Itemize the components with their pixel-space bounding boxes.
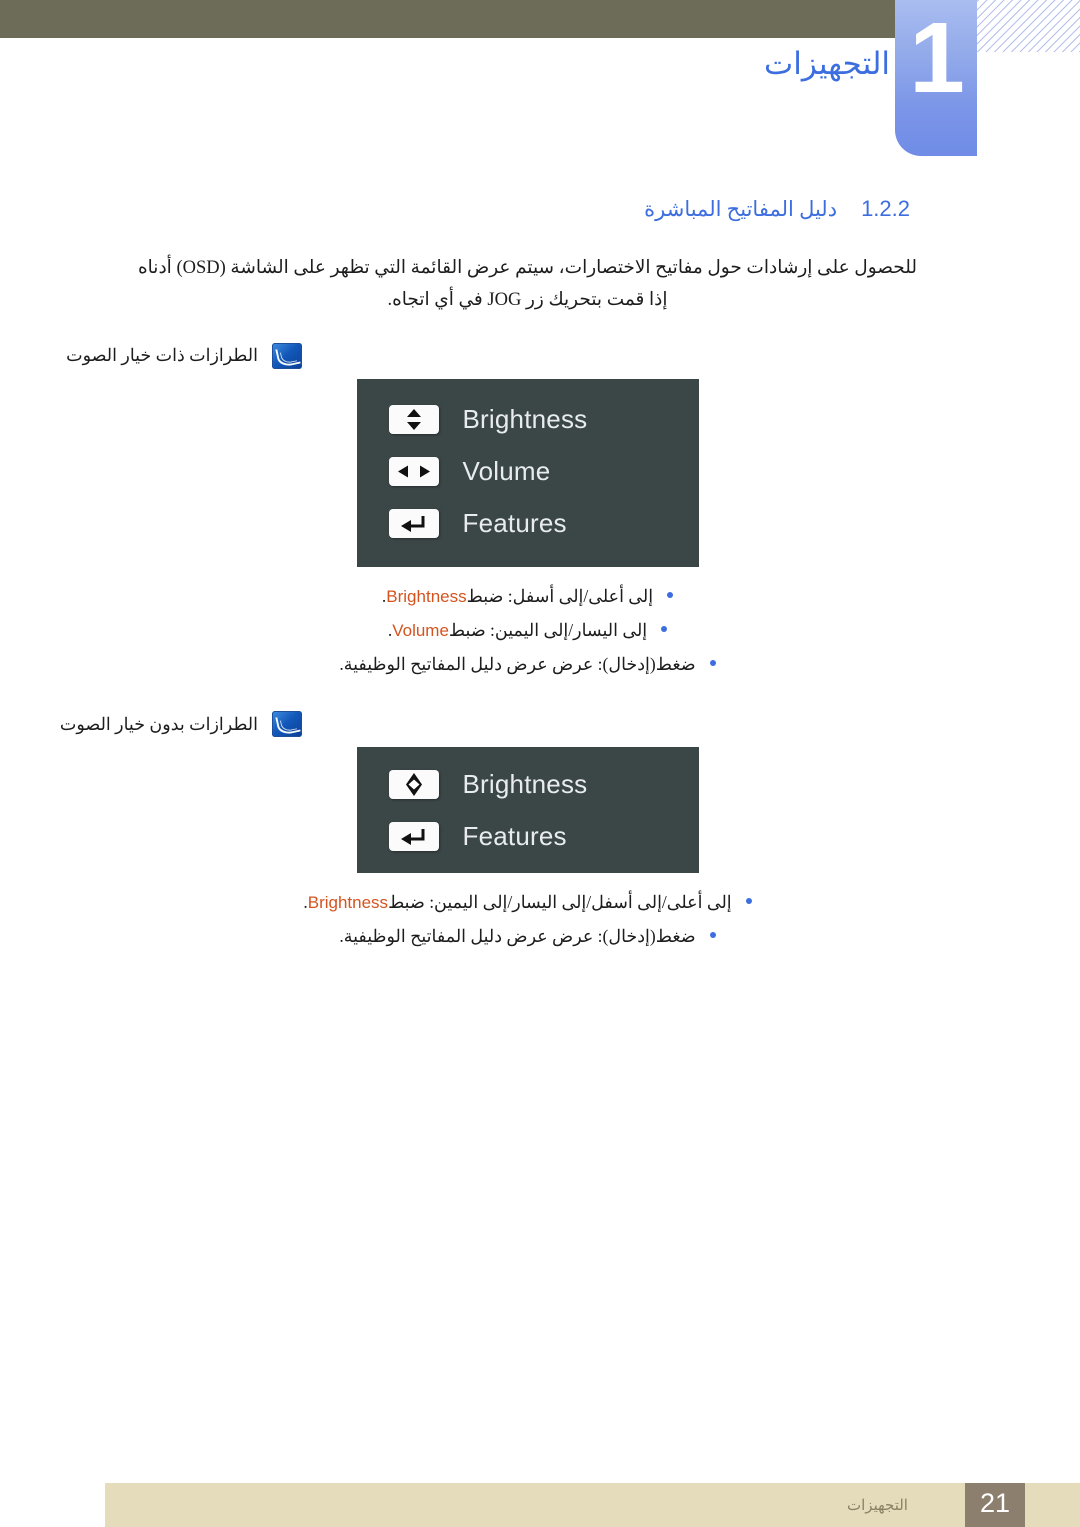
bullet-text: ضغط(إدخال): عرض عرض دليل المفاتيح الوظيف… [339, 926, 696, 947]
bullet-dot-icon [667, 591, 674, 598]
header-band [0, 0, 896, 38]
bullet-text: إلى اليسار/إلى اليمين: ضبط [448, 619, 648, 640]
list-item: إلى أعلى/إلى أسفل/إلى اليسار/إلى اليمين:… [105, 885, 950, 919]
footer-page-box: 21 [965, 1483, 1025, 1527]
osd-row-brightness[interactable]: Brightness [357, 767, 699, 801]
bullet-keyword: Volume [392, 620, 449, 640]
note-icon [272, 342, 302, 369]
section-title: دليل المفاتيح المباشرة [644, 197, 838, 221]
osd-label-features: Features [462, 820, 567, 851]
hatch-decoration [975, 0, 1080, 52]
list-item: إلى اليسار/إلى اليمين: ضبطVolume. [105, 613, 950, 647]
up-down-arrows-icon[interactable] [388, 405, 439, 435]
page-number: 21 [979, 1488, 1011, 1518]
footer-band: التجهيزات 21 [105, 1483, 1080, 1527]
page-content: 1.2.2 دليل المفاتيح المباشرة للحصول على … [60, 196, 950, 983]
bullet-text: ضغط(إدخال): عرض عرض دليل المفاتيح الوظيف… [339, 654, 696, 675]
osd-row-features[interactable]: Features [357, 507, 699, 541]
note-icon [272, 711, 302, 738]
footer-chapter-label: التجهيزات [847, 1498, 908, 1514]
bullet-text: إلى أعلى/إلى أسفل: ضبط [466, 585, 654, 606]
bullet-dot-icon [745, 898, 752, 905]
bullet-dot-icon [661, 625, 668, 632]
model-caption-text: الطرازات ذات خيار الصوت [66, 345, 258, 366]
bullet-dot-icon [709, 932, 716, 939]
section-heading: 1.2.2 دليل المفاتيح المباشرة [105, 196, 950, 222]
chapter-tab: 1 [895, 0, 977, 156]
left-right-arrows-icon[interactable] [388, 457, 439, 487]
enter-return-icon[interactable] [388, 821, 439, 851]
bullet-list-with-sound: إلى أعلى/إلى أسفل: ضبطBrightness. إلى ال… [105, 579, 950, 681]
intro-paragraph: للحصول على إرشادات حول مفاتيح الاختصارات… [137, 258, 918, 311]
model-caption-text: الطرازات بدون خيار الصوت [59, 713, 258, 734]
osd-label-brightness: Brightness [462, 768, 588, 799]
list-item: إلى أعلى/إلى أسفل: ضبطBrightness. [105, 579, 950, 613]
bullet-text: إلى أعلى/إلى أسفل/إلى اليسار/إلى اليمين:… [388, 892, 732, 913]
enter-return-icon[interactable] [388, 509, 439, 539]
osd-row-features[interactable]: Features [357, 819, 699, 853]
four-way-diamond-icon[interactable] [388, 769, 439, 799]
osd-panel-with-sound: Brightness Volume Features [356, 378, 699, 567]
list-item: ضغط(إدخال): عرض عرض دليل المفاتيح الوظيف… [105, 647, 950, 681]
bullet-keyword: Brightness [307, 893, 389, 913]
bullet-keyword: Brightness [386, 586, 467, 606]
bullet-list-without-sound: إلى أعلى/إلى أسفل/إلى اليسار/إلى اليمين:… [105, 885, 950, 953]
chapter-number: 1 [909, 2, 965, 114]
bullet-dot-icon [709, 660, 716, 667]
osd-row-brightness[interactable]: Brightness [357, 403, 699, 437]
list-item: ضغط(إدخال): عرض عرض دليل المفاتيح الوظيف… [105, 919, 950, 953]
chapter-title: التجهيزات [764, 46, 890, 81]
model-caption-row-with-sound: الطرازات ذات خيار الصوت [66, 342, 950, 369]
osd-label-brightness: Brightness [462, 404, 588, 435]
osd-row-volume[interactable]: Volume [357, 455, 699, 489]
model-caption-row-without-sound: الطرازات بدون خيار الصوت [60, 711, 950, 738]
section-number: 1.2.2 [861, 196, 910, 221]
osd-label-features: Features [462, 508, 567, 539]
osd-label-volume: Volume [462, 456, 551, 487]
osd-panel-without-sound: Brightness Features [356, 747, 699, 874]
